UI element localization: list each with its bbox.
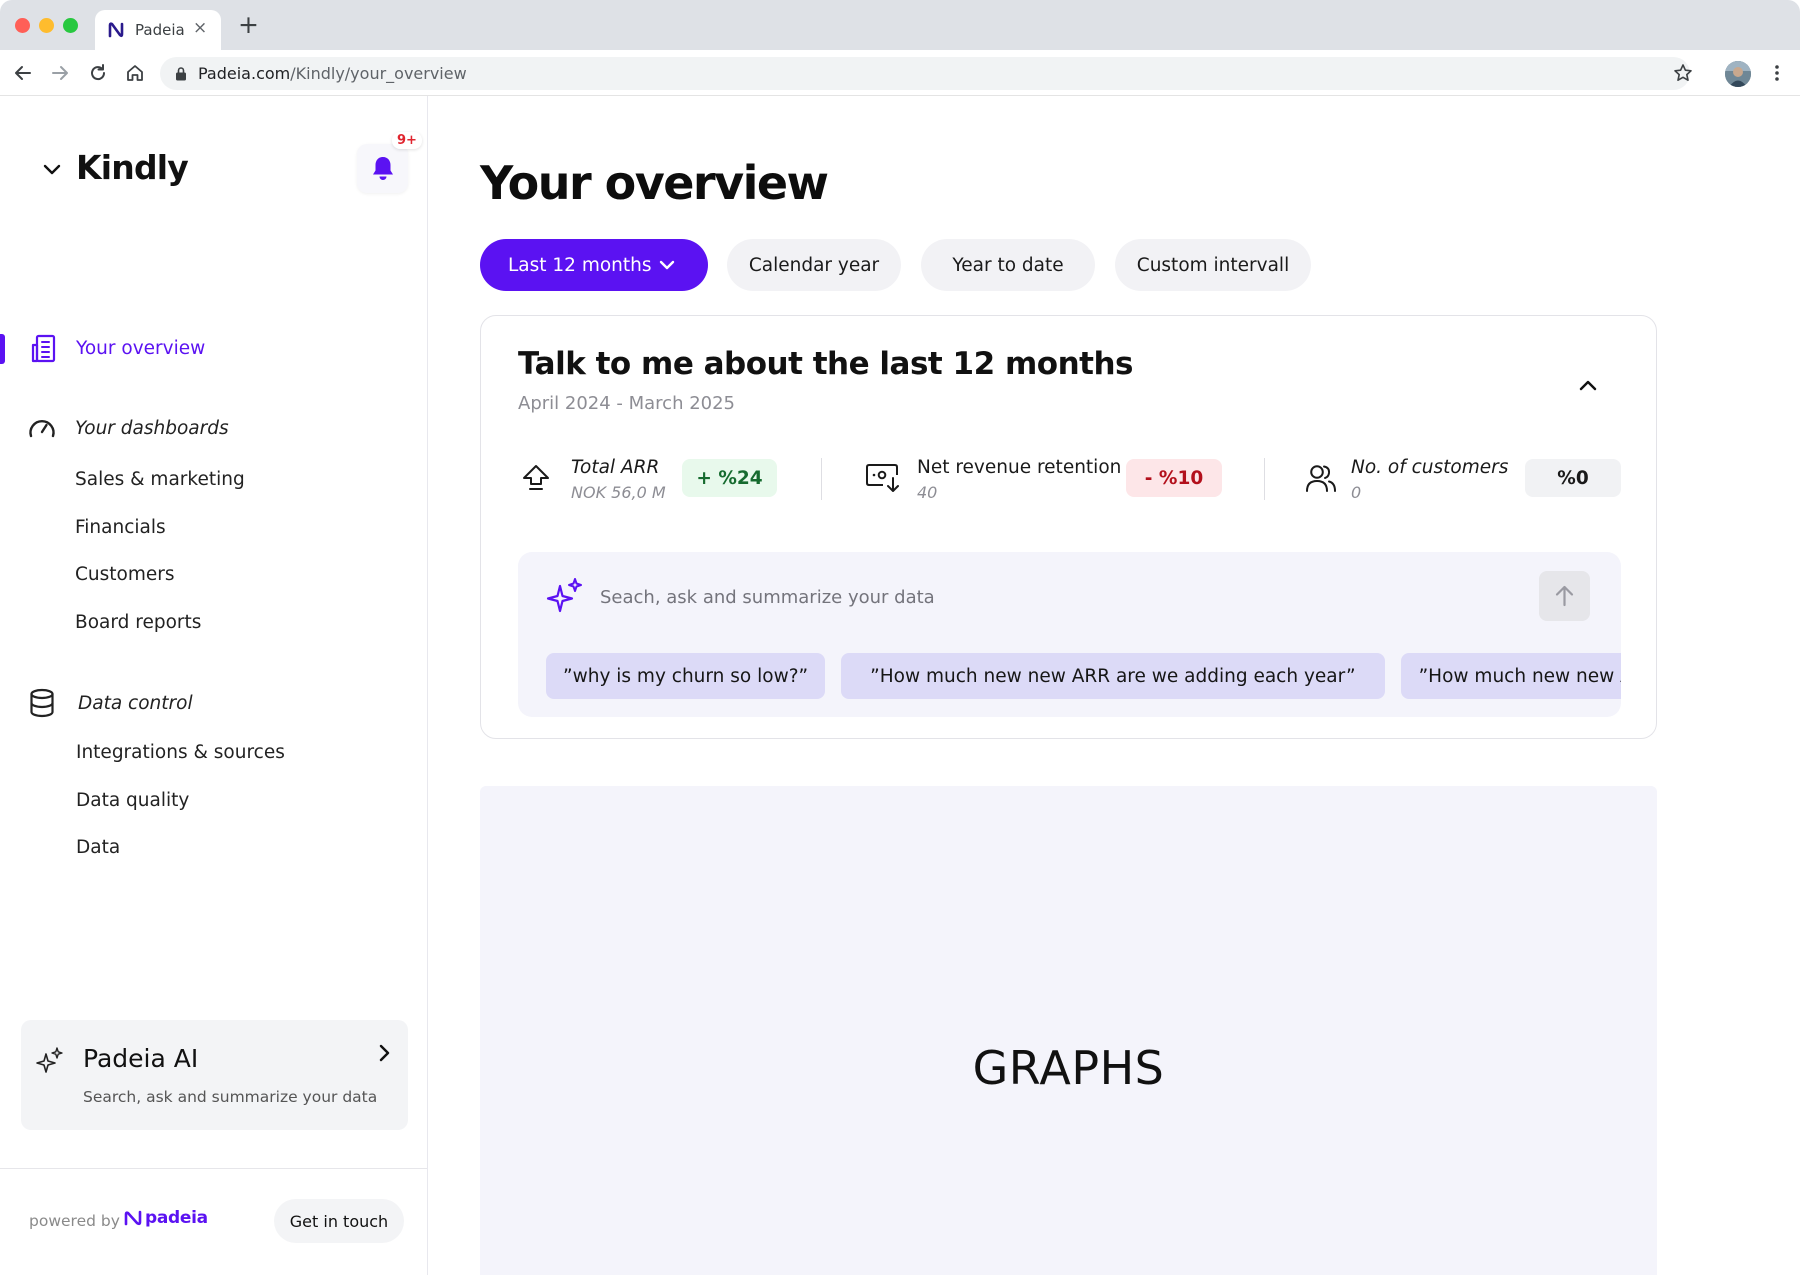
sidebar-divider xyxy=(0,1168,427,1169)
avatar-photo-icon xyxy=(1725,61,1751,87)
sidebar-item-label: Your overview xyxy=(76,337,206,359)
suggestion-chip[interactable]: ”How much new new ARR are we adding each… xyxy=(841,653,1385,699)
metric-nrr-label: Net revenue retention xyxy=(917,457,1122,478)
bookmark-star-icon[interactable] xyxy=(1672,62,1694,84)
notification-badge: 9+ xyxy=(392,132,422,149)
metric-total-arr-value: NOK 56,0 M xyxy=(571,483,666,502)
sidebar-item-your-dashboards[interactable]: Your dashboards xyxy=(27,414,229,442)
sidebar: Kindly 9+ Your overview Your dashboards … xyxy=(0,96,428,1275)
sidebar-item-data[interactable]: Data xyxy=(76,837,120,858)
sidebar-item-sales-marketing[interactable]: Sales & marketing xyxy=(75,469,245,490)
summary-date-range: April 2024 - March 2025 xyxy=(518,393,736,414)
cash-down-icon xyxy=(866,464,899,492)
sidebar-item-your-overview[interactable]: Your overview xyxy=(30,333,205,363)
ask-ai-input[interactable] xyxy=(600,582,1500,612)
arrow-up-icon xyxy=(1555,585,1574,607)
get-in-touch-button[interactable]: Get in touch xyxy=(274,1199,404,1243)
window-zoom-button[interactable] xyxy=(63,18,78,33)
sidebar-item-financials[interactable]: Financials xyxy=(75,517,166,538)
period-last-12-months-dropdown[interactable]: Last 12 months xyxy=(480,239,708,291)
summary-card: Talk to me about the last 12 months Apri… xyxy=(480,315,1657,739)
summary-title: Talk to me about the last 12 months xyxy=(518,346,1133,382)
ai-card-title: Padeia AI xyxy=(83,1044,199,1073)
notifications-button[interactable] xyxy=(357,144,408,193)
period-calendar-year-button[interactable]: Calendar year xyxy=(727,239,901,291)
graphs-placeholder: GRAPHS xyxy=(480,786,1657,1275)
active-nav-indicator xyxy=(0,334,5,364)
chevron-down-icon[interactable] xyxy=(41,158,63,180)
sidebar-item-data-control[interactable]: Data control xyxy=(29,688,193,718)
metric-total-arr-change-badge: + %24 xyxy=(682,459,777,497)
suggestion-chip[interactable]: ”How much new new ARR are we adding each… xyxy=(1400,653,1621,699)
url-text: Padeia.com/Kindly/your_overview xyxy=(198,64,467,83)
chevron-up-icon[interactable] xyxy=(1574,371,1602,399)
suggestion-chips: ”why is my churn so low?” ”How much new … xyxy=(546,653,1621,699)
padeia-logo-icon xyxy=(124,1210,142,1226)
padeia-ai-card[interactable]: Padeia AI Search, ask and summarize your… xyxy=(21,1020,408,1130)
ask-ai-panel: ”why is my churn so low?” ”How much new … xyxy=(518,552,1621,717)
building-icon xyxy=(31,334,56,363)
sparkle-icon xyxy=(36,1047,63,1073)
home-icon[interactable] xyxy=(124,62,146,84)
profile-avatar[interactable] xyxy=(1725,61,1751,87)
sidebar-item-data-quality[interactable]: Data quality xyxy=(76,790,189,811)
metric-customers-change-badge: %0 xyxy=(1525,459,1621,497)
suggestion-chip[interactable]: ”why is my churn so low?” xyxy=(546,653,826,699)
url-path: /Kindly/your_overview xyxy=(290,64,467,83)
period-custom-interval-button[interactable]: Custom intervall xyxy=(1115,239,1311,291)
padeia-logo-icon xyxy=(108,22,124,38)
sidebar-section-label: Your dashboards xyxy=(75,417,229,439)
browser-tab-bar: Padeia × + xyxy=(0,0,1800,50)
padeia-logo[interactable]: padeia xyxy=(124,1208,208,1228)
window-close-button[interactable] xyxy=(15,18,30,33)
workspace-name[interactable]: Kindly xyxy=(76,148,189,187)
padeia-logo-text: padeia xyxy=(145,1208,208,1228)
send-button[interactable] xyxy=(1539,571,1590,621)
metric-nrr-change-badge: - %10 xyxy=(1126,459,1222,497)
metric-customers-value: 0 xyxy=(1351,483,1362,502)
metric-customers-label: No. of customers xyxy=(1351,457,1509,478)
period-label: Last 12 months xyxy=(508,254,652,276)
new-tab-button[interactable]: + xyxy=(238,12,259,37)
powered-by-text: powered by xyxy=(29,1212,120,1230)
gauge-icon xyxy=(29,419,55,438)
tab-close-icon[interactable]: × xyxy=(193,18,207,38)
forward-arrow-icon[interactable] xyxy=(49,62,71,84)
metric-divider xyxy=(821,458,822,500)
database-icon xyxy=(30,688,54,718)
metric-total-arr-label: Total ARR xyxy=(571,457,660,478)
metric-divider xyxy=(1264,458,1265,500)
sidebar-item-integrations-sources[interactable]: Integrations & sources xyxy=(76,742,285,763)
window-minimize-button[interactable] xyxy=(39,18,54,33)
upload-arrow-icon xyxy=(523,465,549,490)
browser-toolbar: Padeia.com/Kindly/your_overview xyxy=(0,50,1800,96)
lock-icon xyxy=(176,67,186,81)
browser-menu-icon[interactable] xyxy=(1768,62,1786,84)
users-icon xyxy=(1306,465,1336,492)
chevron-right-icon xyxy=(379,1044,390,1062)
sidebar-item-board-reports[interactable]: Board reports xyxy=(75,612,201,633)
chevron-down-icon xyxy=(659,260,675,270)
address-bar[interactable]: Padeia.com/Kindly/your_overview xyxy=(160,57,1690,90)
back-arrow-icon[interactable] xyxy=(12,62,34,84)
tab-title: Padeia xyxy=(135,21,185,39)
metric-nrr-value: 40 xyxy=(917,483,938,502)
period-year-to-date-button[interactable]: Year to date xyxy=(921,239,1095,291)
page-title: Your overview xyxy=(480,156,829,210)
sidebar-item-customers[interactable]: Customers xyxy=(75,564,175,585)
sidebar-section-label: Data control xyxy=(78,692,193,714)
sparkle-icon xyxy=(546,578,582,613)
url-host: Padeia.com xyxy=(198,64,291,83)
graphs-placeholder-label: GRAPHS xyxy=(972,1041,1165,1095)
ai-card-subtitle: Search, ask and summarize your data xyxy=(83,1088,378,1106)
bell-icon xyxy=(373,157,393,180)
browser-tab[interactable]: Padeia × xyxy=(95,10,221,50)
reload-icon[interactable] xyxy=(87,62,109,84)
